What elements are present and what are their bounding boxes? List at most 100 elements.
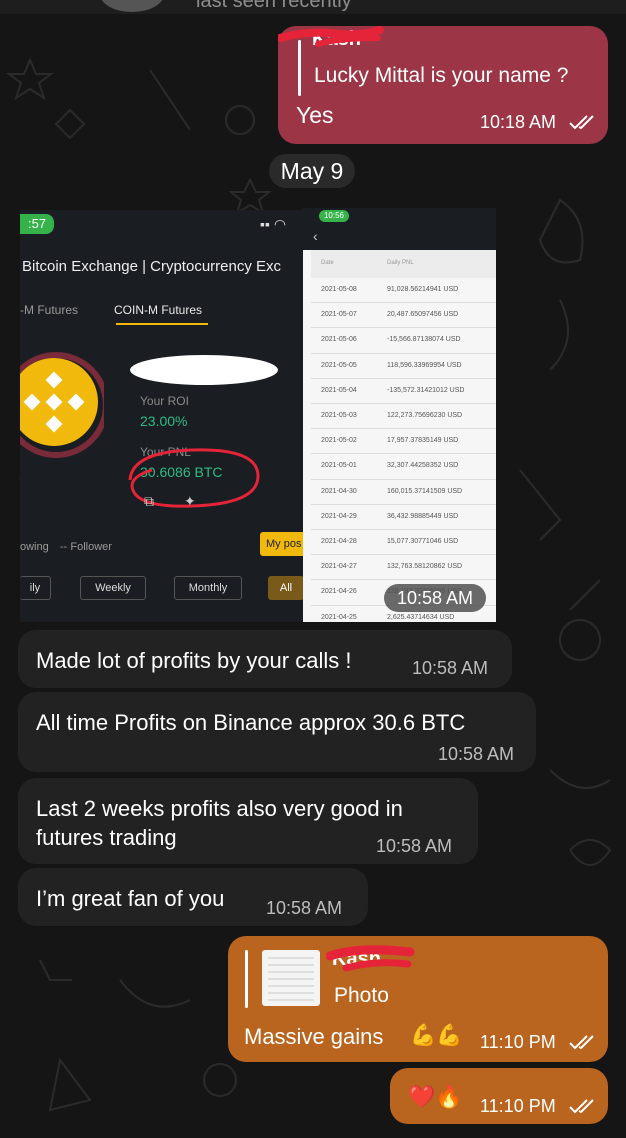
row-divider: [311, 327, 496, 329]
message-text: I’m great fan of you: [36, 886, 225, 911]
message-text: Yes: [296, 102, 334, 128]
pnl-row-date: 2021-04-28: [321, 538, 357, 545]
message-time: 11:10 PM: [480, 1096, 556, 1116]
reply-quoted-text: Lucky Mittal is your name ?: [314, 64, 569, 87]
message-time: 10:58 AM: [412, 658, 489, 678]
row-divider: [311, 403, 496, 404]
following-count: owing: [20, 541, 49, 553]
message-bubble-incoming[interactable]: Made lot of profits by your calls ! 10:5…: [18, 630, 512, 688]
pnl-row-value: 118,596.33969954 USD: [387, 361, 462, 369]
column-header-daily-pnl: Daily PNL: [387, 260, 414, 266]
pnl-row-value: 132,763.58120862 USD: [387, 563, 463, 571]
message-text: Made lot of profits by your calls !: [36, 648, 352, 673]
message-text: All time Profits on Binance approx 30.6 …: [36, 710, 466, 735]
pnl-row-value: -15,566.87138074 USD: [387, 336, 461, 344]
date-divider: May 9: [269, 154, 355, 188]
period-daily-button[interactable]: ily: [20, 576, 51, 600]
photo-screenshot-binance[interactable]: :57 ▪▪ ◠ Bitcoin Exchange | Cryptocurren…: [20, 210, 304, 622]
redaction-scribble: [326, 945, 415, 972]
reply-bar: [245, 950, 248, 1008]
message-time: 10:18 AM: [480, 112, 557, 132]
pnl-row-value: 32,307.44258352 USD: [387, 462, 459, 470]
redaction-scribble: [278, 26, 384, 47]
back-arrow-icon[interactable]: ‹: [313, 228, 318, 244]
row-divider: [311, 503, 496, 505]
message-emoji: 💪💪: [410, 1024, 463, 1047]
pnl-row-value: 17,957.37835149 USD: [387, 437, 459, 445]
row-divider: [311, 529, 496, 530]
pnl-row-date: 2021-05-08: [321, 286, 357, 293]
message-bubble-incoming[interactable]: Last 2 weeks profits also very good in f…: [18, 778, 478, 864]
pnl-row-date: 2021-04-26: [321, 588, 357, 596]
thumbnail-table-lines: [268, 957, 314, 1001]
reply-photo-thumbnail[interactable]: [262, 950, 320, 1006]
pnl-row-date: 2021-04-29: [321, 512, 357, 520]
my-position-button[interactable]: My pos: [260, 532, 304, 556]
pnl-row-value: 36,432.98885449 USD: [387, 512, 459, 520]
message-bubble-outgoing[interactable]: Kash Photo Massive gains 💪💪 11:10 PM: [228, 936, 608, 1062]
message-emoji: ❤️🔥: [408, 1084, 463, 1109]
avatar[interactable]: [100, 0, 164, 12]
message-time: 11:10 PM: [480, 1032, 556, 1052]
column-header-date: Date: [321, 260, 334, 266]
signal-wifi-icon: ▪▪ ◠: [260, 216, 287, 232]
message-time: 10:58 AM: [376, 836, 453, 856]
tab-usd-m-futures[interactable]: -M Futures: [20, 303, 78, 317]
message-time: 10:58 AM: [438, 744, 515, 764]
tab-coin-m-futures[interactable]: COIN-M Futures: [114, 303, 202, 317]
pnl-row-date: 2021-05-01: [321, 462, 357, 470]
roi-label: Your ROI: [140, 394, 189, 408]
row-divider: [311, 302, 496, 304]
message-bubble-incoming[interactable]: I’m great fan of you 10:58 AM: [18, 868, 368, 926]
pnl-row-value: 15,077.30771046 USD: [387, 538, 459, 545]
pnl-row-value: -135,572.31421012 USD: [387, 386, 465, 394]
message-text-line-2: futures trading: [36, 825, 177, 850]
message-time: 10:58 AM: [266, 898, 343, 918]
phone-clock-badge: :57: [20, 214, 54, 234]
message-text-line-1: Last 2 weeks profits also very good in: [36, 796, 403, 821]
pnl-row-date: 2021-05-05: [321, 361, 357, 369]
last-seen-status: last seen recently: [196, 0, 352, 12]
period-weekly-button[interactable]: Weekly: [80, 576, 146, 600]
row-divider: [311, 478, 496, 480]
pnl-row-date: 2021-05-04: [321, 386, 357, 394]
redaction-blob: [130, 355, 278, 385]
double-check-icon: [569, 1035, 594, 1050]
pnl-row-date: 2021-04-30: [321, 487, 357, 495]
row-divider: [311, 453, 496, 455]
page-title: Bitcoin Exchange | Cryptocurrency Exc: [22, 258, 282, 275]
pnl-row-value: 122,273.75696230 USD: [387, 412, 463, 419]
double-check-icon: [569, 115, 594, 130]
pnl-row-date: 2021-05-07: [321, 311, 357, 319]
pnl-row-date: 2021-05-02: [321, 437, 357, 445]
row-divider: [311, 428, 496, 430]
photo-time: 10:58 AM: [384, 584, 486, 612]
pnl-row-date: 2021-04-25: [321, 613, 357, 621]
double-check-icon: [569, 1099, 594, 1114]
pnl-row-date: 2021-04-27: [321, 563, 357, 571]
photo-screenshot-pnl-table[interactable]: 10:56 ‹ Date Daily PNL 2021-05-08 91,028.…: [303, 208, 496, 622]
copy-icon[interactable]: ⧉: [144, 493, 154, 510]
twitter-icon[interactable]: ✦: [184, 493, 196, 510]
message-bubble-outgoing[interactable]: Kash Lucky Mittal is your name ? Yes 10:…: [278, 26, 608, 144]
pnl-row-value: 160,015.37141509 USD: [387, 487, 463, 495]
pnl-row-value: 20,487.65097456 USD: [387, 311, 459, 319]
phone-clock-badge: 10:56: [319, 210, 349, 222]
chat-header[interactable]: last seen recently: [0, 0, 626, 14]
roi-value: 23.00%: [140, 413, 188, 429]
pnl-row-value: 91,028.56214941 USD: [387, 286, 459, 293]
pnl-row-date: 2021-05-03: [321, 412, 357, 419]
reply-quoted-text: Photo: [334, 984, 389, 1007]
message-bubble-outgoing[interactable]: ❤️🔥 11:10 PM: [390, 1068, 608, 1124]
row-divider: [311, 377, 496, 379]
follower-count: -- Follower: [60, 541, 112, 553]
row-divider: [311, 579, 496, 581]
message-text: Massive gains: [244, 1024, 384, 1049]
period-monthly-button[interactable]: Monthly: [174, 576, 242, 600]
pnl-row-date: 2021-05-06: [321, 336, 357, 344]
row-divider: [311, 352, 496, 354]
active-tab-underline: [116, 323, 208, 325]
photo-message[interactable]: :57 ▪▪ ◠ Bitcoin Exchange | Cryptocurren…: [0, 202, 496, 624]
message-bubble-incoming[interactable]: All time Profits on Binance approx 30.6 …: [18, 692, 536, 772]
period-all-button[interactable]: All: [268, 576, 304, 600]
